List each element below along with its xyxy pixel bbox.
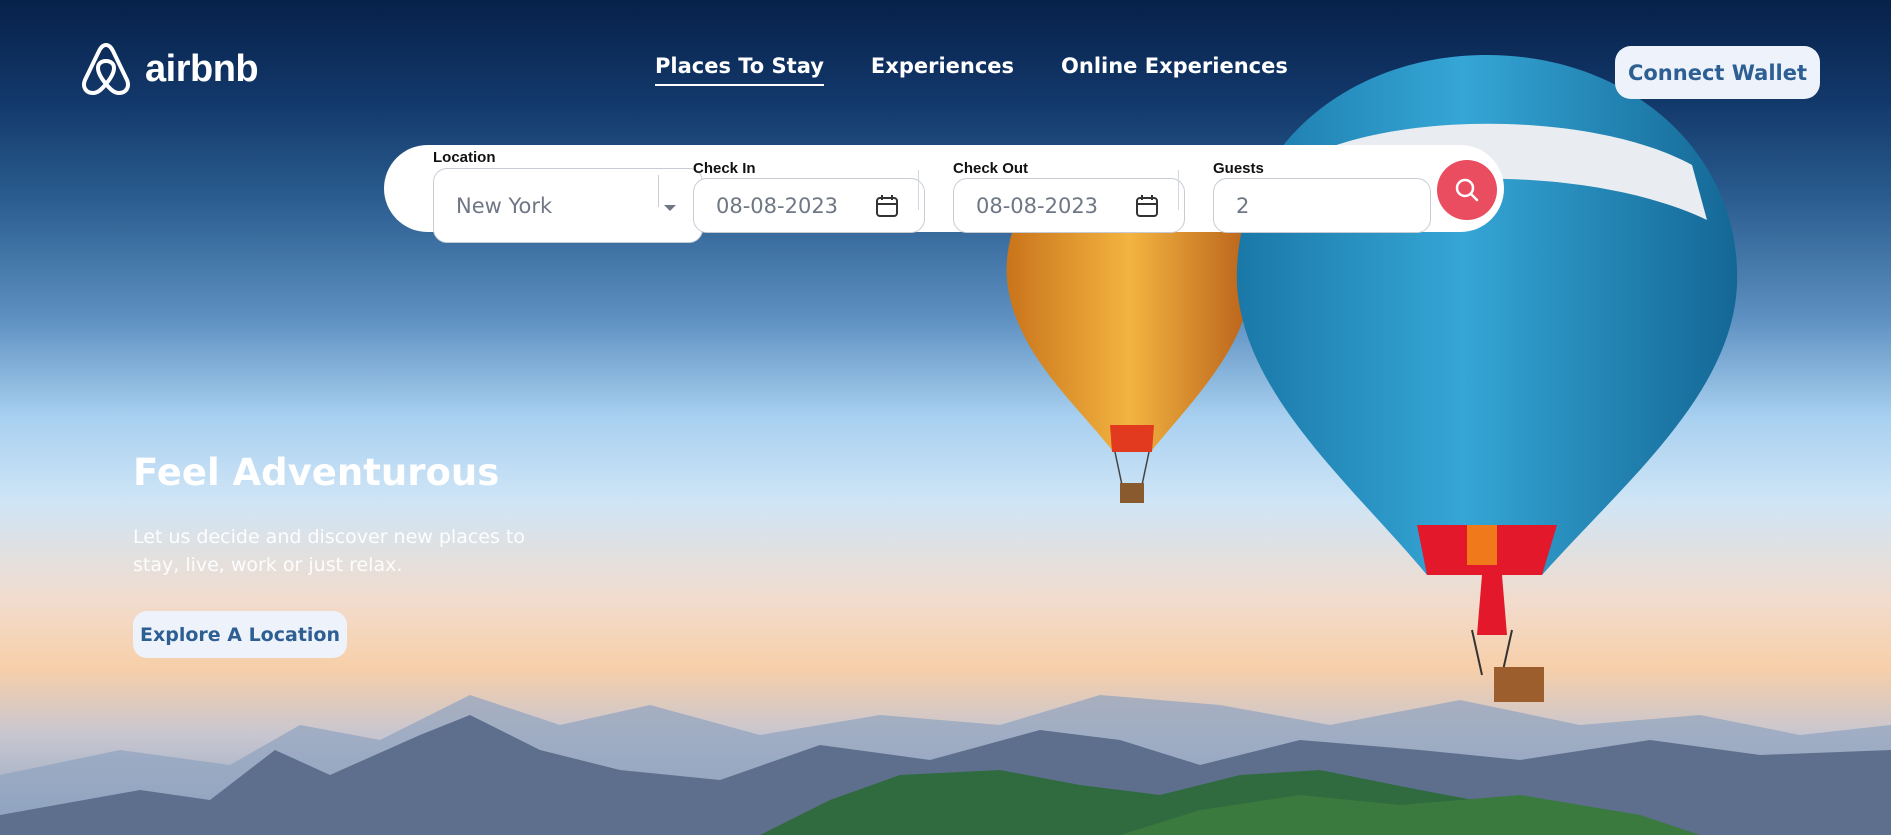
- location-select[interactable]: New York: [433, 168, 703, 243]
- calendar-icon[interactable]: [874, 193, 900, 219]
- hero-section: airbnb Places To Stay Experiences Online…: [0, 0, 1891, 835]
- check-out-label: Check Out: [953, 160, 1029, 177]
- guests-value: 2: [1236, 193, 1250, 218]
- connect-wallet-button[interactable]: Connect Wallet: [1615, 46, 1820, 99]
- hero-subtext: Let us decide and discover new places to…: [133, 526, 525, 576]
- field-divider: [918, 170, 919, 210]
- brand-logo[interactable]: airbnb: [77, 40, 259, 98]
- main-nav: Places To Stay Experiences Online Experi…: [655, 54, 1288, 86]
- explore-location-button[interactable]: Explore A Location: [133, 611, 347, 658]
- chevron-down-icon[interactable]: [660, 202, 680, 214]
- field-divider: [1178, 170, 1179, 210]
- guests-input[interactable]: 2: [1213, 178, 1431, 233]
- select-divider: [658, 175, 659, 207]
- brand-name: airbnb: [145, 47, 259, 90]
- check-out-value: 08-08-2023: [976, 193, 1099, 218]
- location-label: Location: [433, 149, 496, 166]
- airbnb-logo-icon: [82, 43, 130, 95]
- guests-label: Guests: [1213, 160, 1264, 177]
- check-in-field[interactable]: 08-08-2023: [693, 178, 925, 233]
- nav-places-to-stay[interactable]: Places To Stay: [655, 54, 824, 86]
- location-value: New York: [456, 193, 553, 218]
- check-in-value: 08-08-2023: [716, 193, 839, 218]
- search-icon: [1455, 178, 1479, 202]
- check-out-field[interactable]: 08-08-2023: [953, 178, 1185, 233]
- nav-experiences[interactable]: Experiences: [871, 54, 1014, 86]
- search-button[interactable]: [1437, 160, 1497, 220]
- nav-online-experiences[interactable]: Online Experiences: [1061, 54, 1288, 86]
- calendar-icon[interactable]: [1134, 193, 1160, 219]
- check-in-label: Check In: [693, 160, 756, 177]
- hero-headline: Feel Adventurous: [133, 451, 500, 494]
